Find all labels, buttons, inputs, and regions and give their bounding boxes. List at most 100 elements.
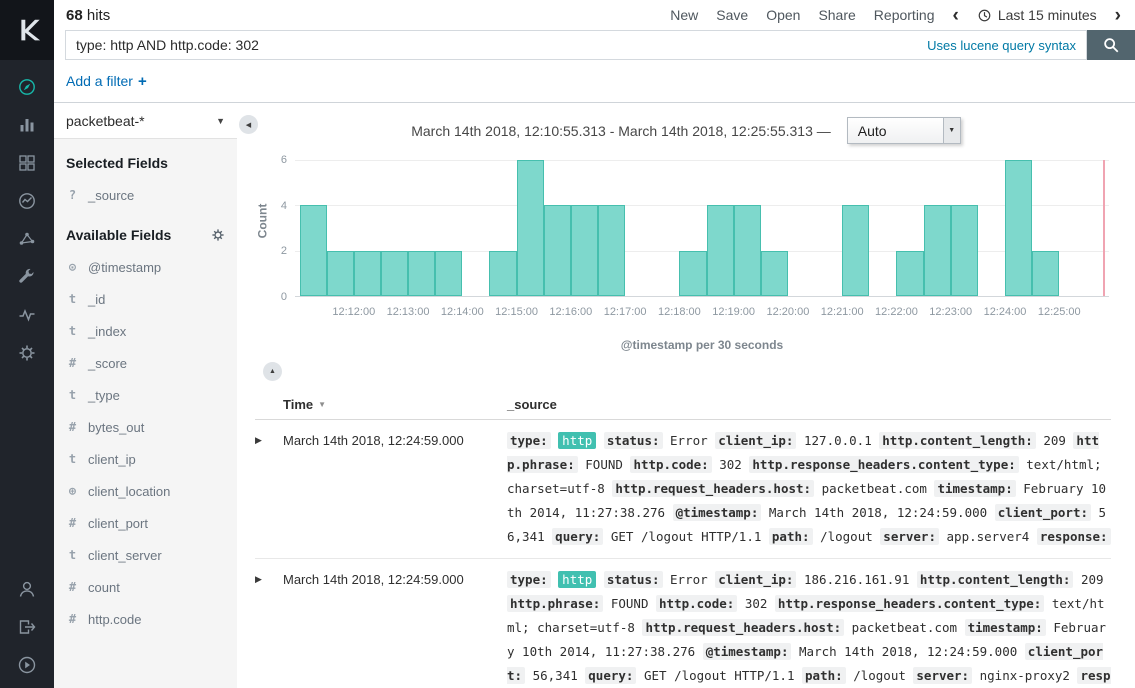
search-query-text: type: http AND http.code: 302: [76, 37, 259, 53]
expand-row-button[interactable]: ▶: [255, 429, 283, 549]
source-field-value: 127.0.0.1: [804, 433, 872, 448]
histogram-bar[interactable]: [517, 160, 544, 296]
field-item-_type[interactable]: t_type: [54, 379, 237, 411]
gridline: [295, 205, 1109, 206]
field-name: client_location: [88, 484, 170, 499]
nav-management[interactable]: [0, 334, 54, 372]
histogram-bar[interactable]: [354, 251, 381, 296]
nav-dashboard[interactable]: [0, 144, 54, 182]
field-name: client_ip: [88, 452, 136, 467]
available-fields-list: ⊙@timestampt_idt _index #_scoret_type#byte…: [54, 251, 237, 635]
selected-fields-title: Selected Fields: [54, 139, 237, 179]
field-item-client_port[interactable]: #client_port: [54, 507, 237, 539]
histogram-bar[interactable]: [924, 205, 951, 296]
source-field-name: query:: [585, 667, 636, 684]
x-axis: 12:12:0012:13:0012:14:0012:15:0012:16:00…: [295, 306, 1109, 320]
nav-monitoring[interactable]: [0, 296, 54, 334]
histogram-bar[interactable]: [1005, 160, 1032, 296]
histogram-bar[interactable]: [761, 251, 788, 296]
field-name: client_port: [88, 516, 148, 531]
field-item-@timestamp[interactable]: ⊙@timestamp: [54, 251, 237, 283]
source-field-name: server:: [880, 528, 939, 545]
field-name: count: [88, 580, 120, 595]
machine-learning-icon: [17, 229, 37, 249]
nav-account[interactable]: [0, 570, 54, 608]
x-tick-label: 12:15:00: [495, 306, 538, 318]
time-column-header[interactable]: Time ▼: [283, 397, 507, 412]
add-filter-plus-icon[interactable]: +: [138, 73, 147, 90]
hits-label: hits: [87, 7, 110, 24]
search-input[interactable]: type: http AND http.code: 302 Uses lucen…: [65, 30, 1087, 60]
histogram-bar[interactable]: [327, 251, 354, 296]
histogram-bar[interactable]: [408, 251, 435, 296]
gridline: [295, 160, 1109, 161]
nav-logout[interactable]: [0, 608, 54, 646]
histogram-bar[interactable]: [544, 205, 571, 296]
field-item-_source[interactable]: ?_source: [54, 179, 237, 211]
field-type-icon: ⊕: [66, 484, 79, 498]
field-type-icon: ?: [66, 188, 79, 202]
source-field-value: 209: [1081, 572, 1104, 587]
nav-machine-learning[interactable]: [0, 220, 54, 258]
x-tick-label: 12:20:00: [767, 306, 810, 318]
logout-icon: [17, 617, 37, 637]
time-back-chevron-icon[interactable]: ‹: [953, 6, 959, 25]
field-item-_score[interactable]: #_score: [54, 347, 237, 379]
nav-discover[interactable]: [0, 68, 54, 106]
collapse-chart-button[interactable]: ▲: [263, 362, 282, 381]
field-settings-gear-icon[interactable]: [211, 228, 225, 242]
histogram-bar[interactable]: [435, 251, 462, 296]
field-item-http.code[interactable]: #http.code: [54, 603, 237, 635]
histogram-bar[interactable]: [707, 205, 734, 296]
histogram-bar[interactable]: [489, 251, 516, 296]
right-column: 68 hits NewSaveOpenShareReporting ‹ Last…: [54, 0, 1135, 688]
field-type-icon: t: [66, 324, 79, 338]
histogram-bar[interactable]: [679, 251, 706, 296]
field-name: _type: [88, 388, 120, 403]
interval-select[interactable]: Auto ▼: [847, 117, 961, 144]
histogram-bar[interactable]: [951, 205, 978, 296]
menu-item-save[interactable]: Save: [716, 7, 748, 23]
histogram-bar[interactable]: [734, 205, 761, 296]
histogram-bar[interactable]: [1032, 251, 1059, 296]
menu-item-new[interactable]: New: [670, 7, 698, 23]
source-field-name: http.request_headers.host:: [642, 619, 844, 636]
histogram-bar[interactable]: [571, 205, 598, 296]
field-item-client_location[interactable]: ⊕ client_location: [54, 475, 237, 507]
source-field-name: type:: [507, 571, 551, 588]
nav-timelion[interactable]: [0, 182, 54, 220]
histogram-bar[interactable]: [842, 205, 869, 296]
selected-fields-list: ?_source: [54, 179, 237, 211]
collapse-sidebar-button[interactable]: ◀: [239, 115, 258, 134]
menu-item-share[interactable]: Share: [818, 7, 855, 23]
expand-row-button[interactable]: ▶: [255, 568, 283, 688]
field-item-_index[interactable]: t _index: [54, 315, 237, 347]
field-item-client_server[interactable]: tclient_server: [54, 539, 237, 571]
nav-dev-tools[interactable]: [0, 258, 54, 296]
source-field-value: 186.216.161.91: [804, 572, 909, 587]
field-item-_id[interactable]: t_id: [54, 283, 237, 315]
add-filter-link[interactable]: Add a filter: [66, 73, 133, 89]
field-item-count[interactable]: #count: [54, 571, 237, 603]
menu-item-open[interactable]: Open: [766, 7, 800, 23]
index-pattern-selector[interactable]: packetbeat-* ▼: [54, 103, 237, 139]
histogram-bar[interactable]: [300, 205, 327, 296]
kibana-logo[interactable]: [0, 0, 54, 60]
source-field-name: status:: [604, 432, 663, 449]
row-source: type: http status: Error client_ip: 127.…: [507, 429, 1111, 549]
histogram-bar[interactable]: [896, 251, 923, 296]
x-tick-label: 12:25:00: [1038, 306, 1081, 318]
search-button[interactable]: [1087, 30, 1135, 60]
menu-item-reporting[interactable]: Reporting: [874, 7, 935, 23]
source-field-value: /logout: [820, 529, 873, 544]
field-item-bytes_out[interactable]: #bytes_out: [54, 411, 237, 443]
histogram-bar[interactable]: [598, 205, 625, 296]
nav-collapse[interactable]: [0, 646, 54, 684]
histogram-bar[interactable]: [381, 251, 408, 296]
time-forward-chevron-icon[interactable]: ›: [1115, 6, 1121, 25]
field-name: _index: [88, 324, 126, 339]
nav-visualize[interactable]: [0, 106, 54, 144]
lucene-syntax-link[interactable]: Uses lucene query syntax: [927, 38, 1076, 53]
time-picker[interactable]: Last 15 minutes: [977, 7, 1097, 23]
field-item-client_ip[interactable]: tclient_ip: [54, 443, 237, 475]
